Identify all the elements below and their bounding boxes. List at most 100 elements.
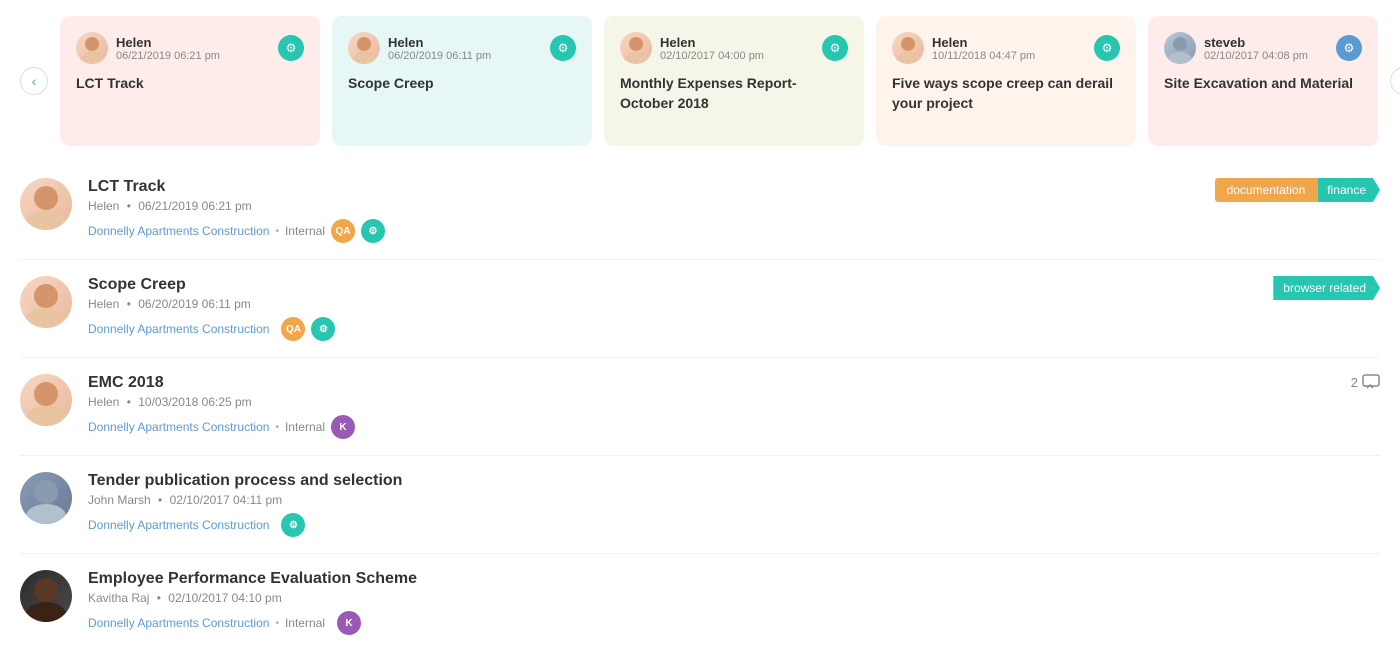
card-icon-1: ⚙ [278,35,304,61]
card-avatar-helen-1 [76,32,108,64]
list-content-employee: Employee Performance Evaluation Scheme K… [88,570,1380,635]
list-date-scope: 06/20/2019 06:11 pm [138,297,251,311]
card-user-name-5: steveb [1204,35,1308,50]
list-footer-tender: Donnelly Apartments Construction ⚙ [88,513,1380,537]
list-meta-emc: Helen • 10/03/2018 06:25 pm [88,395,1351,409]
card-avatar-helen-4 [892,32,924,64]
list-project-link-tender[interactable]: Donnelly Apartments Construction [88,518,269,532]
card-user-helen-4: Helen 10/11/2018 04:47 pm [892,32,1035,64]
card-title-3: Monthly Expenses Report- October 2018 [620,74,848,113]
card-icon-5: ⚙ [1336,35,1362,61]
list-title-tender: Tender publication process and selection [88,472,1380,490]
list-meta-employee: Kavitha Raj • 02/10/2017 04:10 pm [88,591,1380,605]
card-avatar-helen-2 [348,32,380,64]
list-footer-scope: Donnelly Apartments Construction QA ⚙ [88,317,1273,341]
card-user-steveb: steveb 02/10/2017 04:08 pm [1164,32,1308,64]
list-content-lct: LCT Track Helen • 06/21/2019 06:21 pm Do… [88,178,1215,243]
list-project-link-scope[interactable]: Donnelly Apartments Construction [88,322,269,336]
list-visibility-emc: Internal [285,420,325,434]
card-icon-2: ⚙ [550,35,576,61]
card-site-excavation[interactable]: steveb 02/10/2017 04:08 pm ⚙ Site Excava… [1148,16,1378,146]
list-author-tender: John Marsh [88,493,151,507]
badge-green-tender: ⚙ [281,513,305,537]
page: ‹ Helen 06/21/2019 06:21 pm ⚙ LCT Track [0,0,1400,672]
badge-purple-emc: K [331,415,355,439]
card-user-helen-1: Helen 06/21/2019 06:21 pm [76,32,220,64]
list-avatar-kavitha [20,570,72,622]
card-user-helen-3: Helen 02/10/2017 04:00 pm [620,32,764,64]
card-title-5: Site Excavation and Material [1164,74,1362,94]
list-meta-scope: Helen • 06/20/2019 06:11 pm [88,297,1273,311]
card-icon-4: ⚙ [1094,35,1120,61]
list-content-scope: Scope Creep Helen • 06/20/2019 06:11 pm … [88,276,1273,341]
list-meta-tender: John Marsh • 02/10/2017 04:11 pm [88,493,1380,507]
card-scope-creep[interactable]: Helen 06/20/2019 06:11 pm ⚙ Scope Creep [332,16,592,146]
list-avatar-helen-1 [20,178,72,230]
list-visibility-employee: Internal [285,616,325,630]
list-date-lct: 06/21/2019 06:21 pm [138,199,251,213]
list-footer-employee: Donnelly Apartments Construction • Inter… [88,611,1380,635]
list-footer-emc: Donnelly Apartments Construction • Inter… [88,415,1351,439]
list-item-scope-creep: Scope Creep Helen • 06/20/2019 06:11 pm … [20,260,1380,358]
list-author-emc: Helen [88,395,119,409]
card-title-1: LCT Track [76,74,304,94]
card-user-date-4: 10/11/2018 04:47 pm [932,50,1035,62]
list-item-emc-2018: EMC 2018 Helen • 10/03/2018 06:25 pm Don… [20,358,1380,456]
list-author-lct: Helen [88,199,119,213]
card-user-date-2: 06/20/2019 06:11 pm [388,50,491,62]
tag-finance: finance [1317,178,1380,202]
right-nav-arrow[interactable]: › [1390,67,1400,95]
card-avatar-steveb [1164,32,1196,64]
list-date-tender: 02/10/2017 04:11 pm [170,493,283,507]
card-user-helen-2: Helen 06/20/2019 06:11 pm [348,32,491,64]
card-monthly-expenses[interactable]: Helen 02/10/2017 04:00 pm ⚙ Monthly Expe… [604,16,864,146]
list-tags-scope: browser related [1273,276,1380,300]
list-section: LCT Track Helen • 06/21/2019 06:21 pm Do… [0,162,1400,651]
badge-qa-scope: QA [281,317,305,341]
list-author-scope: Helen [88,297,119,311]
card-title-2: Scope Creep [348,74,576,94]
card-user-name-4: Helen [932,35,1035,50]
list-date-emc: 10/03/2018 06:25 pm [138,395,251,409]
badge-qa-lct: QA [331,219,355,243]
comment-count-emc: 2 [1351,374,1380,390]
list-content-tender: Tender publication process and selection… [88,472,1380,537]
list-item-tender: Tender publication process and selection… [20,456,1380,554]
list-project-link-lct[interactable]: Donnelly Apartments Construction [88,224,269,238]
tag-documentation: documentation [1215,178,1318,202]
card-user-name-1: Helen [116,35,220,50]
list-author-employee: Kavitha Raj [88,591,149,605]
card-lct-track[interactable]: Helen 06/21/2019 06:21 pm ⚙ LCT Track [60,16,320,146]
list-comment-emc: 2 [1351,374,1380,390]
badge-green-lct: ⚙ [361,219,385,243]
list-item-employee-perf: Employee Performance Evaluation Scheme K… [20,554,1380,651]
badge-purple-employee: K [337,611,361,635]
list-project-link-employee[interactable]: Donnelly Apartments Construction [88,616,269,630]
card-user-name-3: Helen [660,35,764,50]
list-title-emc: EMC 2018 [88,374,1351,392]
list-avatar-helen-2 [20,276,72,328]
card-user-name-2: Helen [388,35,491,50]
list-tags-lct: documentation finance [1215,178,1380,202]
list-date-employee: 02/10/2017 04:10 pm [168,591,281,605]
list-title-employee: Employee Performance Evaluation Scheme [88,570,1380,588]
list-title-scope: Scope Creep [88,276,1273,294]
list-footer-lct: Donnelly Apartments Construction • Inter… [88,219,1215,243]
card-five-ways[interactable]: Helen 10/11/2018 04:47 pm ⚙ Five ways sc… [876,16,1136,146]
card-user-date-1: 06/21/2019 06:21 pm [116,50,220,62]
badge-green-scope: ⚙ [311,317,335,341]
tag-browser-related: browser related [1273,276,1380,300]
card-icon-3: ⚙ [822,35,848,61]
card-title-4: Five ways scope creep can derail your pr… [892,74,1120,113]
list-meta-lct: Helen • 06/21/2019 06:21 pm [88,199,1215,213]
list-item-lct-track: LCT Track Helen • 06/21/2019 06:21 pm Do… [20,162,1380,260]
list-visibility-lct: Internal [285,224,325,238]
list-avatar-john [20,472,72,524]
list-project-link-emc[interactable]: Donnelly Apartments Construction [88,420,269,434]
left-nav-arrow[interactable]: ‹ [20,67,48,95]
cards-section: ‹ Helen 06/21/2019 06:21 pm ⚙ LCT Track [0,0,1400,162]
card-avatar-helen-3 [620,32,652,64]
card-user-date-3: 02/10/2017 04:00 pm [660,50,764,62]
list-avatar-helen-3 [20,374,72,426]
list-content-emc: EMC 2018 Helen • 10/03/2018 06:25 pm Don… [88,374,1351,439]
